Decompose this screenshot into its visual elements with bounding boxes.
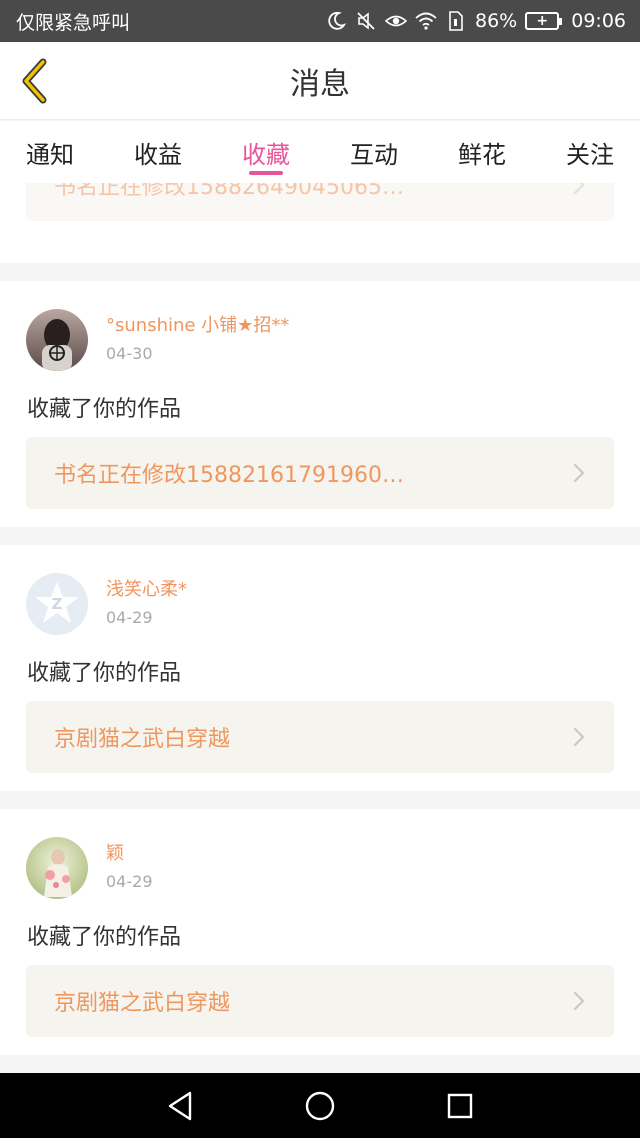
action-text: 收藏了你的作品 xyxy=(27,661,182,686)
action-text: 收藏了你的作品 xyxy=(27,925,182,950)
wifi-icon xyxy=(415,10,437,32)
tab-interactions[interactable]: 互动 xyxy=(350,121,398,183)
tab-notifications[interactable]: 通知 xyxy=(26,121,74,183)
system-nav-bar xyxy=(0,1073,640,1138)
chevron-left-icon xyxy=(22,58,47,104)
list-item: Z 浅笑心柔* 04-29 收藏了你的作品 京剧猫之武白穿越 xyxy=(0,545,640,791)
book-title: 书名正在修改15882649045065… xyxy=(54,183,404,200)
username[interactable]: °sunshine 小铺★招** xyxy=(106,313,289,339)
action-text: 收藏了你的作品 xyxy=(27,397,182,422)
battery-icon: + xyxy=(525,12,563,30)
book-link[interactable]: 书名正在修改15882649045065… xyxy=(26,183,614,221)
list-item: 颖 04-29 收藏了你的作品 京剧猫之武白穿越 xyxy=(0,809,640,1055)
clock: 09:06 xyxy=(571,10,626,32)
message-tabs: 通知 收益 收藏 互动 鲜花 关注 xyxy=(0,121,640,183)
timestamp: 04-29 xyxy=(106,608,153,627)
tab-flowers[interactable]: 鲜花 xyxy=(458,121,506,183)
mute-icon xyxy=(355,10,377,32)
status-bar: 仅限紧急呼叫 86% + 09:06 xyxy=(0,0,640,42)
book-link[interactable]: 京剧猫之武白穿越 xyxy=(26,965,614,1037)
eye-icon xyxy=(385,10,407,32)
page-title: 消息 xyxy=(290,66,350,102)
nav-recents-button[interactable] xyxy=(440,1086,480,1126)
moon-icon xyxy=(325,10,347,32)
tab-follows[interactable]: 关注 xyxy=(566,121,614,183)
svg-text:Z: Z xyxy=(52,595,63,613)
back-triangle-icon xyxy=(168,1091,192,1120)
tab-earnings[interactable]: 收益 xyxy=(134,121,182,183)
timestamp: 04-29 xyxy=(106,872,153,891)
username[interactable]: 浅笑心柔* xyxy=(106,577,187,603)
chevron-right-icon xyxy=(573,183,585,195)
status-icons: 86% + 09:06 xyxy=(325,10,626,32)
item-header: °sunshine 小铺★招** 04-30 xyxy=(26,309,289,371)
battery-percent: 86% xyxy=(475,10,518,32)
book-link[interactable]: 书名正在修改15882161791960… xyxy=(26,437,614,509)
username[interactable]: 颖 xyxy=(106,841,153,867)
chevron-right-icon xyxy=(573,727,585,747)
carrier-text: 仅限紧急呼叫 xyxy=(16,11,131,34)
back-button[interactable] xyxy=(14,56,54,106)
tab-favorites[interactable]: 收藏 xyxy=(242,121,290,183)
item-header: 颖 04-29 xyxy=(26,837,153,899)
book-title: 京剧猫之武白穿越 xyxy=(54,991,231,1016)
avatar[interactable]: Z xyxy=(26,573,88,635)
timestamp: 04-30 xyxy=(106,344,153,363)
sim-icon xyxy=(445,10,467,32)
list-item: 书名正在修改15882649045065… xyxy=(0,183,640,263)
message-feed[interactable]: 书名正在修改15882649045065… °sunshine 小铺★招** 0… xyxy=(0,183,640,1073)
nav-back-button[interactable] xyxy=(160,1086,200,1126)
avatar[interactable] xyxy=(26,837,88,899)
book-link[interactable]: 京剧猫之武白穿越 xyxy=(26,701,614,773)
book-title: 书名正在修改15882161791960… xyxy=(54,463,404,488)
home-circle-icon xyxy=(305,1091,335,1120)
chevron-right-icon xyxy=(573,991,585,1011)
list-item: °sunshine 小铺★招** 04-30 收藏了你的作品 书名正在修改158… xyxy=(0,281,640,527)
chevron-right-icon xyxy=(573,463,585,483)
nav-home-button[interactable] xyxy=(300,1086,340,1126)
item-header: Z 浅笑心柔* 04-29 xyxy=(26,573,187,635)
avatar[interactable] xyxy=(26,309,88,371)
book-title: 京剧猫之武白穿越 xyxy=(54,727,231,752)
title-bar: 消息 xyxy=(0,42,640,120)
recents-square-icon xyxy=(447,1093,473,1118)
